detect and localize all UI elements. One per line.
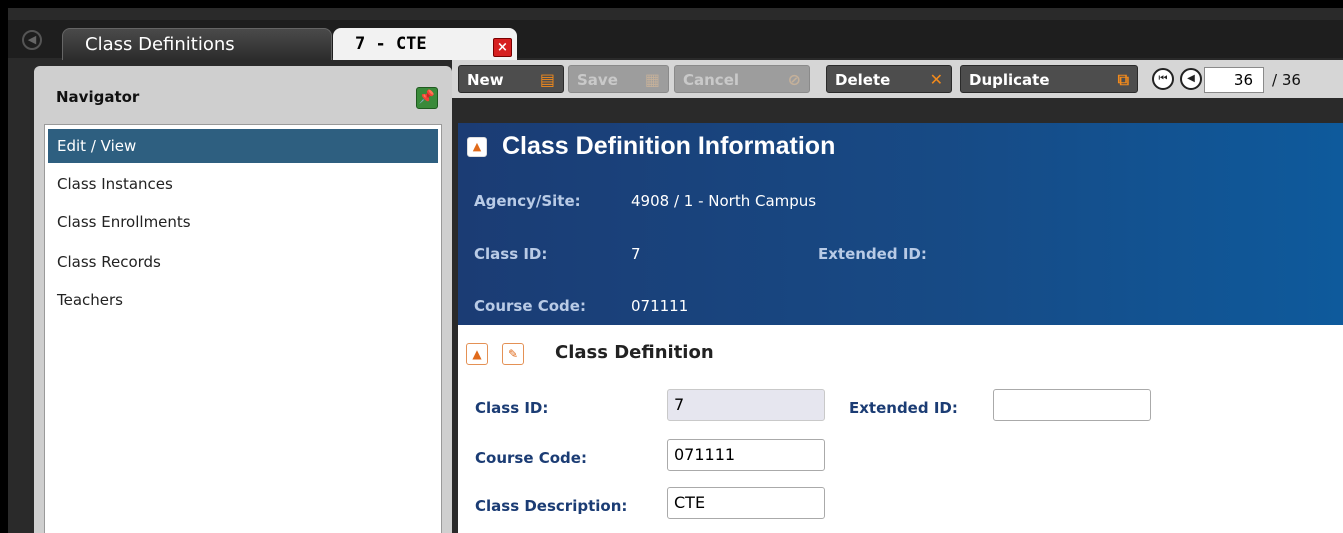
tab-strip: ◀ Class Definitions 7 - CTE × bbox=[8, 20, 1343, 60]
extended-id-field[interactable] bbox=[993, 389, 1151, 421]
save-icon: ▦ bbox=[644, 70, 660, 89]
navigator-list: Edit / View Class Instances Class Enroll… bbox=[44, 124, 442, 533]
class-id-field: 7 bbox=[667, 389, 825, 421]
delete-button[interactable]: Delete ✕ bbox=[826, 65, 952, 93]
extended-id-label: Extended ID: bbox=[849, 399, 958, 417]
record-number-input[interactable]: 36 bbox=[1204, 67, 1264, 93]
duplicate-button-label: Duplicate bbox=[969, 71, 1050, 89]
nav-item-teachers[interactable]: Teachers bbox=[48, 283, 438, 317]
cancel-icon: ⊘ bbox=[787, 70, 801, 89]
banner-course-code-value: 071111 bbox=[631, 297, 689, 315]
save-button[interactable]: Save ▦ bbox=[568, 65, 669, 93]
duplicate-button[interactable]: Duplicate ⧉ bbox=[960, 65, 1138, 93]
nav-item-class-instances[interactable]: Class Instances bbox=[48, 167, 438, 201]
delete-button-label: Delete bbox=[835, 71, 891, 89]
agency-label: Agency/Site: bbox=[474, 192, 581, 210]
edit-pencil-icon[interactable]: ✎ bbox=[502, 343, 524, 365]
collapse-banner-icon[interactable]: ▲ bbox=[467, 137, 487, 157]
class-description-label: Class Description: bbox=[475, 497, 628, 515]
new-button[interactable]: New ▤ bbox=[458, 65, 564, 93]
cancel-button-label: Cancel bbox=[683, 71, 740, 89]
section-title: Class Definition bbox=[555, 342, 714, 363]
class-id-label: Class ID: bbox=[475, 399, 549, 417]
tab-current-record[interactable]: 7 - CTE bbox=[333, 28, 517, 60]
tab-class-definitions[interactable]: Class Definitions bbox=[62, 28, 332, 60]
save-button-label: Save bbox=[577, 71, 618, 89]
class-description-field[interactable]: CTE bbox=[667, 487, 825, 519]
cancel-button[interactable]: Cancel ⊘ bbox=[674, 65, 810, 93]
delete-x-icon: ✕ bbox=[929, 70, 943, 89]
nav-item-edit-view[interactable]: Edit / View bbox=[48, 129, 438, 163]
navigator-title: Navigator bbox=[56, 88, 140, 106]
pin-icon[interactable]: 📌 bbox=[416, 87, 438, 109]
close-tab-icon[interactable]: × bbox=[493, 38, 512, 57]
collapse-section-icon[interactable]: ▲ bbox=[466, 343, 488, 365]
new-document-icon: ▤ bbox=[539, 70, 555, 89]
nav-item-class-enrollments[interactable]: Class Enrollments bbox=[48, 205, 438, 239]
class-definition-form: ▲ ✎ Class Definition Class ID: 7 Extende… bbox=[458, 325, 1343, 533]
first-record-icon[interactable]: ⏮ bbox=[1152, 68, 1174, 90]
banner-class-id-label: Class ID: bbox=[474, 245, 548, 263]
navigator-panel: Navigator 📌 Edit / View Class Instances … bbox=[34, 66, 452, 533]
tab-scroll-left-icon[interactable]: ◀ bbox=[22, 30, 42, 50]
course-code-label: Course Code: bbox=[475, 449, 587, 467]
record-total: / 36 bbox=[1272, 71, 1301, 89]
previous-record-icon[interactable]: ◀ bbox=[1180, 68, 1202, 90]
banner-class-id-value: 7 bbox=[631, 245, 641, 263]
banner-extended-id-label: Extended ID: bbox=[818, 245, 927, 263]
info-banner: ▲ Class Definition Information Agency/Si… bbox=[458, 123, 1343, 325]
agency-value: 4908 / 1 - North Campus bbox=[631, 192, 817, 210]
nav-item-class-records[interactable]: Class Records bbox=[48, 245, 438, 279]
course-code-field[interactable]: 071111 bbox=[667, 439, 825, 471]
record-toolbar: New ▤ Save ▦ Cancel ⊘ Delete ✕ Duplicate… bbox=[452, 60, 1343, 98]
banner-course-code-label: Course Code: bbox=[474, 297, 586, 315]
banner-title: Class Definition Information bbox=[502, 132, 836, 160]
new-button-label: New bbox=[467, 71, 504, 89]
duplicate-icon: ⧉ bbox=[1117, 70, 1129, 89]
